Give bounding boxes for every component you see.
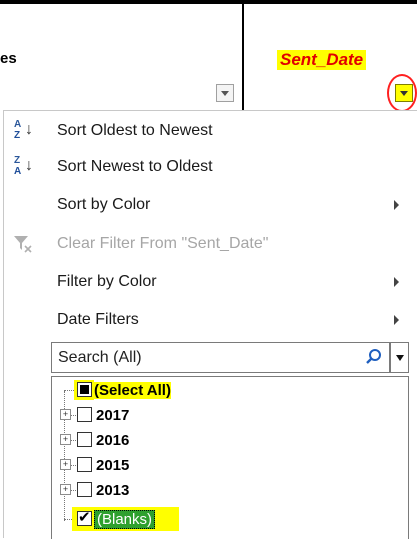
expand-icon[interactable]: +	[60, 434, 71, 445]
blanks-label: (Blanks)	[94, 510, 156, 529]
tree-connector	[71, 490, 76, 491]
column-separator	[242, 0, 244, 110]
chevron-down-icon	[395, 354, 404, 361]
search-dropdown-button[interactable]	[390, 342, 409, 373]
sort-newest-item[interactable]: Z A ↓ Sort Newest to Oldest	[4, 149, 417, 185]
select-all-row[interactable]: (Select All)	[52, 379, 402, 403]
tree-connector	[71, 415, 76, 416]
year-checkbox[interactable]	[77, 457, 92, 472]
select-all-checkbox[interactable]	[77, 382, 92, 397]
search-box[interactable]	[51, 342, 390, 373]
chevron-down-icon	[221, 90, 229, 96]
year-label: 2013	[96, 482, 130, 499]
expand-icon[interactable]: +	[60, 459, 71, 470]
submenu-arrow-icon	[394, 200, 399, 210]
tree-item-2013[interactable]: + 2013	[52, 479, 402, 503]
year-checkbox[interactable]	[77, 482, 92, 497]
expand-icon[interactable]: +	[60, 484, 71, 495]
year-checkbox[interactable]	[77, 407, 92, 422]
sort-by-color-label: Sort by Color	[57, 196, 151, 213]
blanks-row[interactable]: ✔ (Blanks)	[52, 507, 402, 531]
search-icon[interactable]	[365, 348, 383, 366]
tree-connector	[71, 465, 76, 466]
spreadsheet-header: es Sent_Date	[0, 0, 417, 112]
filter-by-color-item[interactable]: Filter by Color	[4, 264, 417, 300]
filter-by-color-label: Filter by Color	[57, 273, 157, 290]
year-checkbox[interactable]	[77, 432, 92, 447]
tree-item-2016[interactable]: + 2016	[52, 429, 402, 453]
top-border	[0, 0, 417, 4]
tree-item-2017[interactable]: + 2017	[52, 404, 402, 428]
clear-filter-item[interactable]: Clear Filter From "Sent_Date"	[4, 226, 417, 262]
year-label: 2017	[96, 407, 130, 424]
expand-icon[interactable]: +	[60, 409, 71, 420]
checkmark-icon: ✔	[78, 509, 91, 526]
blanks-checkbox[interactable]: ✔	[77, 509, 92, 526]
sort-oldest-label: Sort Oldest to Newest	[57, 122, 213, 139]
sort-descending-icon: Z A ↓	[14, 155, 33, 177]
filter-value-list: (Select All) + 2017 + 2016 + 2015 + 2013	[51, 376, 409, 539]
sent-date-filter-button[interactable]	[395, 84, 413, 102]
submenu-arrow-icon	[394, 315, 399, 325]
tree-connector	[64, 390, 74, 391]
date-filters-label: Date Filters	[57, 311, 139, 328]
submenu-arrow-icon	[394, 277, 399, 287]
sort-by-color-item[interactable]: Sort by Color	[4, 187, 417, 223]
left-column-filter-button[interactable]	[216, 84, 234, 102]
year-label: 2015	[96, 457, 130, 474]
clear-filter-label: Clear Filter From "Sent_Date"	[57, 235, 269, 252]
sort-newest-label: Sort Newest to Oldest	[57, 158, 213, 175]
sort-oldest-item[interactable]: A Z ↓ Sort Oldest to Newest	[4, 113, 417, 149]
select-all-label: (Select All)	[94, 382, 171, 399]
autofilter-menu: A Z ↓ Sort Oldest to Newest Z A ↓ Sort Newes…	[3, 110, 417, 539]
clear-filter-icon	[14, 236, 32, 253]
date-filters-item[interactable]: Date Filters	[4, 302, 417, 338]
tree-connector	[71, 440, 76, 441]
sent-date-header: Sent_Date	[277, 50, 367, 70]
left-column-header: es	[0, 50, 17, 67]
chevron-down-icon	[400, 90, 408, 96]
sort-ascending-icon: A Z ↓	[14, 119, 33, 141]
tree-item-2015[interactable]: + 2015	[52, 454, 402, 478]
search-input[interactable]	[52, 343, 364, 372]
year-label: 2016	[96, 432, 130, 449]
